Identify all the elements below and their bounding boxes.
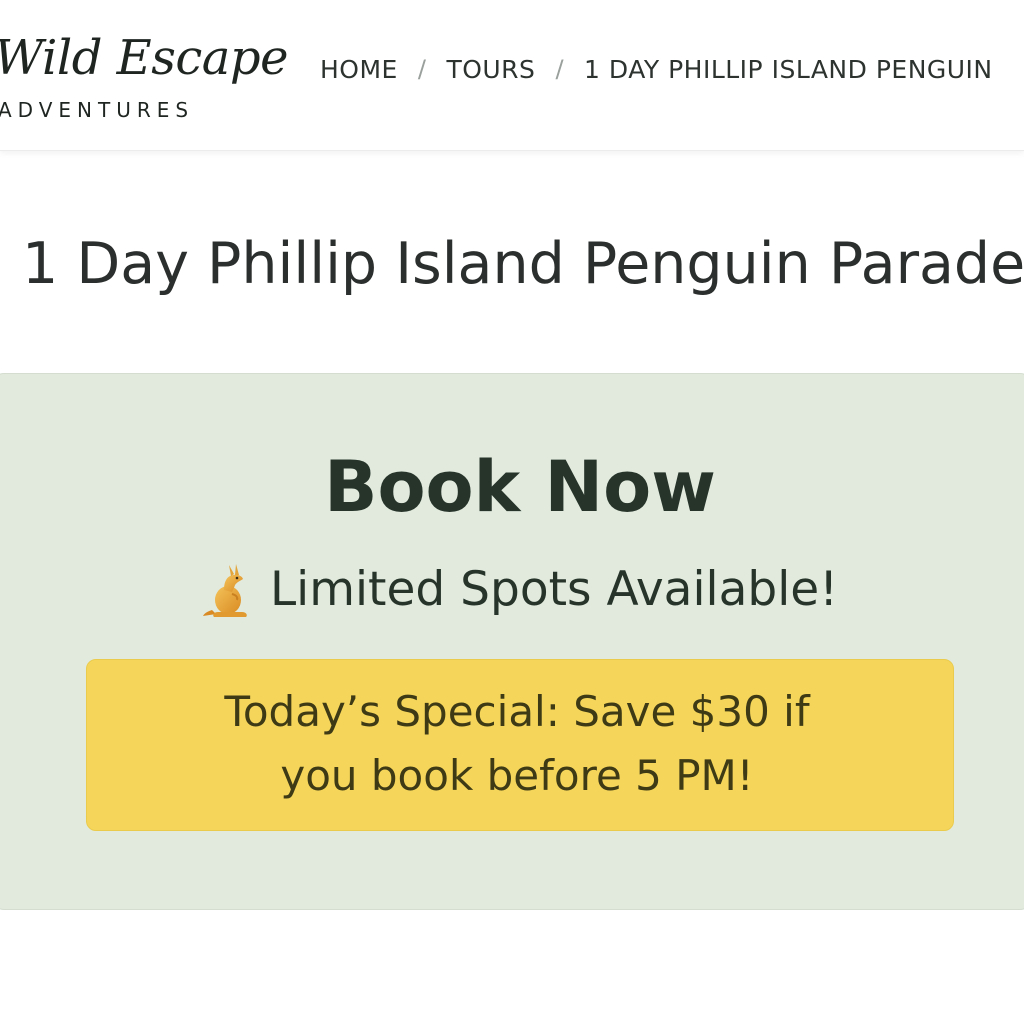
breadcrumb-tours[interactable]: TOURS xyxy=(446,55,535,84)
book-now-heading: Book Now xyxy=(324,446,716,528)
logo-name: Wild Escape xyxy=(0,30,288,86)
breadcrumb-current: 1 DAY PHILLIP ISLAND PENGUIN xyxy=(584,54,993,84)
special-offer-banner[interactable]: Today’s Special: Save $30 if you book be… xyxy=(86,659,954,831)
logo-subtitle: ADVENTURES xyxy=(0,98,195,122)
special-offer-text: Today’s Special: Save $30 if you book be… xyxy=(224,687,810,800)
availability-notice: Limited Spots Available! xyxy=(0,556,1024,624)
breadcrumb-separator: / xyxy=(417,55,427,83)
logo[interactable]: Wild Escape ADVENTURES xyxy=(0,24,288,134)
breadcrumb-separator: / xyxy=(555,55,565,83)
page-title: 1 Day Phillip Island Penguin Parade Tour xyxy=(22,231,1024,297)
site-header: Wild Escape ADVENTURES HOME / TOURS / 1 … xyxy=(0,0,1024,151)
page: Wild Escape ADVENTURES HOME / TOURS / 1 … xyxy=(0,0,1024,1024)
kangaroo-icon xyxy=(202,562,256,618)
availability-text: Limited Spots Available! xyxy=(269,562,839,617)
breadcrumb-home[interactable]: HOME xyxy=(320,55,398,84)
breadcrumb: HOME / TOURS / 1 DAY PHILLIP ISLAND PENG… xyxy=(320,50,993,88)
